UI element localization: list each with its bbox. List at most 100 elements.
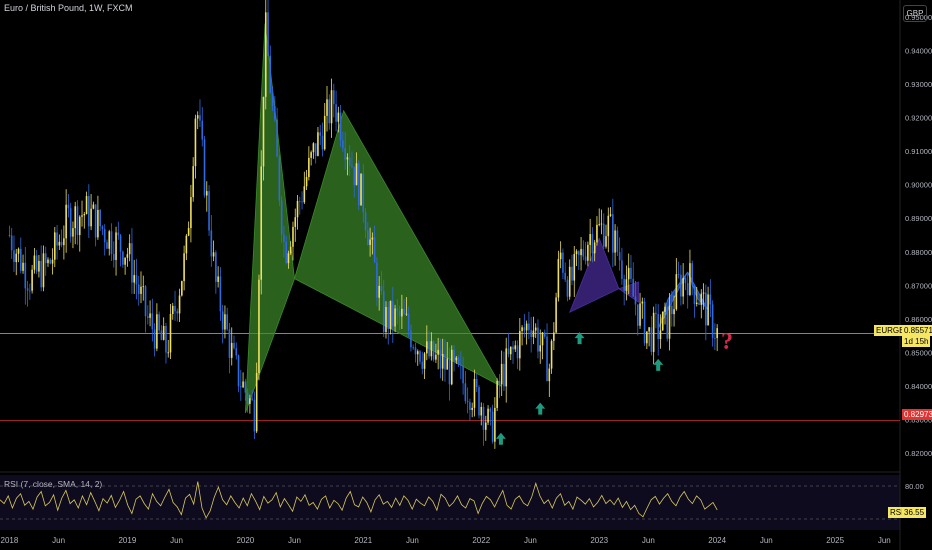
harmonic-pattern-1-leg-2[interactable] <box>294 109 502 388</box>
bar-countdown-label: 1d 15h <box>902 336 931 347</box>
candle-body <box>78 216 81 235</box>
candle-body <box>600 223 603 225</box>
candle-body <box>103 229 106 243</box>
candle-body <box>648 327 650 332</box>
candle-body <box>680 274 682 297</box>
candle-body <box>430 341 433 357</box>
candle-body <box>92 204 95 209</box>
x-tick-label: Jun <box>642 536 655 545</box>
candle-body <box>246 392 249 404</box>
candle-body <box>22 262 24 271</box>
candle-body <box>684 277 687 284</box>
candle-body <box>269 55 272 93</box>
candle-body <box>217 276 219 282</box>
candle-body <box>355 163 358 186</box>
candle-body <box>419 351 421 362</box>
candle-body <box>525 323 528 331</box>
buy-arrow-icon-2[interactable] <box>535 402 546 415</box>
candle-body <box>19 248 22 271</box>
candle-body <box>162 325 165 340</box>
candle-body <box>623 278 625 291</box>
x-tick-label: 2022 <box>472 536 490 545</box>
candle-body <box>380 285 383 292</box>
candle-body <box>394 308 396 327</box>
candle-body <box>328 99 331 124</box>
candle-body <box>580 249 582 256</box>
candle-body <box>183 253 185 282</box>
candle-body <box>310 152 312 158</box>
candle-body <box>487 408 489 423</box>
candle-body <box>128 243 131 255</box>
candle-body <box>534 327 537 331</box>
candle-body <box>94 204 97 238</box>
candle-body <box>650 327 653 352</box>
chart-canvas[interactable]: 0.820000.830000.840000.850000.860000.870… <box>0 0 932 550</box>
candle-body <box>196 115 199 119</box>
buy-arrow-icon-4[interactable] <box>653 358 664 371</box>
candle-body <box>494 407 496 442</box>
candle-body <box>67 204 70 209</box>
candle-body <box>35 255 38 272</box>
candle-body <box>537 327 539 352</box>
candle-body <box>475 378 478 388</box>
x-tick-label: Jun <box>524 536 537 545</box>
candle-body <box>550 340 553 369</box>
candle-body <box>253 399 256 432</box>
candle-body <box>446 358 449 370</box>
candle-body <box>308 157 310 178</box>
candle-body <box>577 251 580 256</box>
x-tick-label: Jun <box>878 536 891 545</box>
candle-body <box>716 328 718 339</box>
candle-body <box>435 354 437 360</box>
y-tick-label: 0.91000 <box>905 147 932 156</box>
candle-body <box>482 406 485 430</box>
candle-body <box>512 346 514 350</box>
buy-arrow-icon-1[interactable] <box>495 432 506 445</box>
candle-body <box>317 132 319 156</box>
candle-body <box>176 311 179 314</box>
candle-body <box>233 342 235 349</box>
candle-body <box>131 243 133 283</box>
candle-body <box>90 208 92 227</box>
candle-body <box>167 352 170 354</box>
candle-body <box>287 253 290 264</box>
candle-body <box>289 246 292 254</box>
candle-body <box>403 308 405 314</box>
candle-body <box>589 234 591 245</box>
candle-body <box>353 166 356 186</box>
candle-body <box>686 283 689 295</box>
candle-body <box>69 208 72 237</box>
candle-body <box>342 140 344 149</box>
candle-body <box>632 278 635 297</box>
candle-body <box>489 408 492 412</box>
candle-body <box>700 293 703 305</box>
candle-body <box>546 336 548 382</box>
candle-body <box>178 295 181 314</box>
y-tick-label: 0.88000 <box>905 248 932 257</box>
candle-body <box>251 398 253 400</box>
candle-body <box>210 230 213 257</box>
candle-body <box>661 311 664 331</box>
candle-body <box>10 235 13 251</box>
candle-body <box>698 302 700 305</box>
candle-body <box>276 119 278 157</box>
candle-body <box>212 252 215 257</box>
candle-body <box>199 115 201 121</box>
candle-body <box>169 313 172 353</box>
candle-body <box>367 230 369 245</box>
buy-arrow-icon-3[interactable] <box>574 332 585 345</box>
x-tick-label: Jun <box>406 536 419 545</box>
candle-body <box>693 285 696 304</box>
candle-body <box>514 345 517 350</box>
candle-body <box>609 214 612 216</box>
candle-body <box>500 363 503 385</box>
candle-body <box>541 332 544 346</box>
candle-body <box>348 157 351 166</box>
candle-body <box>396 308 399 311</box>
candle-body <box>323 115 326 150</box>
candle-body <box>646 331 648 344</box>
candle-body <box>122 251 124 265</box>
currency-button[interactable]: GBP <box>903 5 927 22</box>
candle-body <box>58 241 61 246</box>
candle-body <box>639 303 641 326</box>
